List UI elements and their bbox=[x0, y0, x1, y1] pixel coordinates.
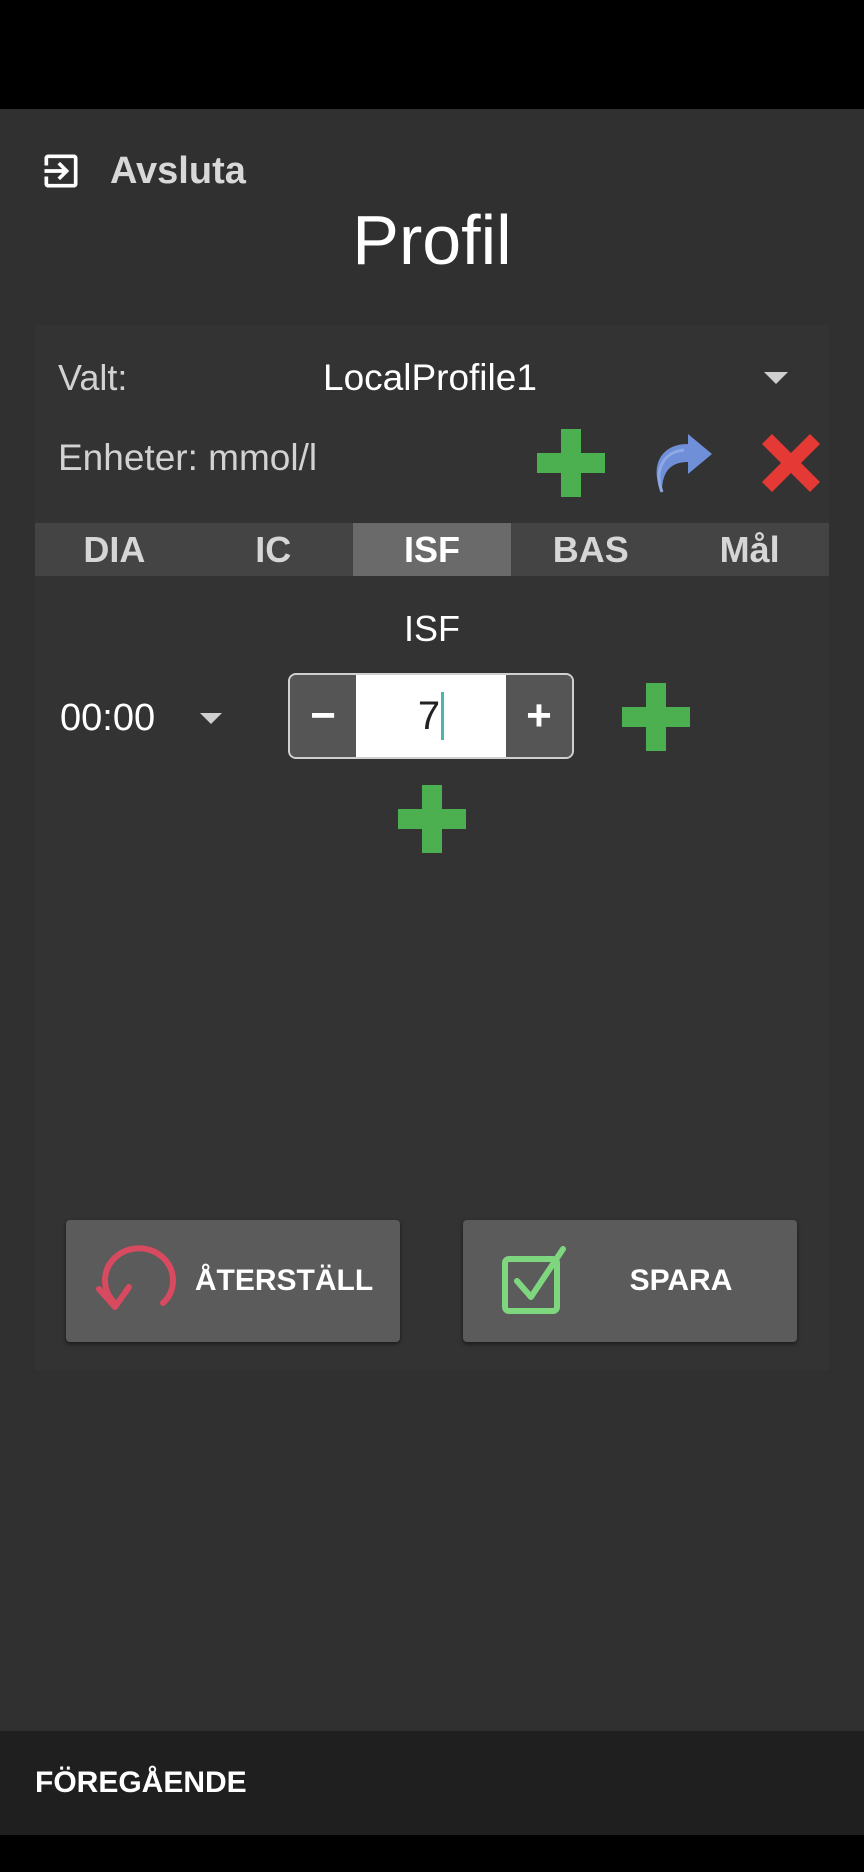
time-selector[interactable]: 00:00 bbox=[60, 690, 222, 746]
tab-dia[interactable]: DIA bbox=[35, 523, 194, 576]
exit-button[interactable]: Avsluta bbox=[38, 140, 246, 202]
selected-profile-value: LocalProfile1 bbox=[323, 357, 537, 398]
tab-bas[interactable]: BAS bbox=[511, 523, 670, 576]
bottom-bar: FÖREGÅENDE bbox=[0, 1731, 864, 1835]
add-profile-icon[interactable] bbox=[534, 426, 608, 500]
isf-section-title: ISF bbox=[403, 608, 460, 649]
page-title: Profil bbox=[352, 201, 512, 279]
save-button[interactable]: SPARA bbox=[463, 1220, 797, 1342]
undo-icon bbox=[88, 1220, 188, 1342]
exit-label: Avsluta bbox=[110, 149, 246, 192]
checkbox-check-icon bbox=[485, 1220, 585, 1342]
tab-ic[interactable]: IC bbox=[194, 523, 353, 576]
isf-value-input[interactable]: 7 bbox=[356, 675, 506, 757]
clone-profile-icon[interactable] bbox=[646, 428, 720, 498]
tab-isf[interactable]: ISF bbox=[352, 523, 512, 576]
add-entry-after-icon[interactable] bbox=[620, 681, 692, 753]
status-bar bbox=[0, 0, 864, 109]
reset-button[interactable]: ÅTERSTÄLL bbox=[66, 1220, 400, 1342]
isf-value-text: 7 bbox=[417, 693, 441, 738]
time-dropdown-arrow-icon bbox=[200, 712, 222, 724]
reset-label: ÅTERSTÄLL bbox=[194, 1264, 374, 1297]
profile-tabs: DIA IC ISF BAS Mål bbox=[35, 523, 829, 576]
text-cursor bbox=[441, 692, 445, 740]
system-nav-bar bbox=[0, 1835, 864, 1872]
isf-value-stepper: − 7 + bbox=[288, 673, 574, 759]
profile-selector[interactable]: Valt: LocalProfile1 bbox=[58, 350, 798, 406]
save-label: SPARA bbox=[629, 1264, 733, 1297]
units-label: Enheter: mmol/l bbox=[58, 437, 318, 478]
time-value: 00:00 bbox=[60, 696, 156, 739]
tab-mal[interactable]: Mål bbox=[670, 523, 829, 576]
add-entry-icon[interactable] bbox=[396, 783, 468, 855]
delete-profile-icon[interactable] bbox=[756, 428, 826, 498]
decrement-button[interactable]: − bbox=[290, 675, 356, 757]
dropdown-arrow-icon bbox=[764, 372, 788, 384]
previous-button[interactable]: FÖREGÅENDE bbox=[35, 1766, 247, 1800]
increment-button[interactable]: + bbox=[506, 675, 572, 757]
selected-label: Valt: bbox=[58, 357, 128, 398]
exit-icon bbox=[38, 148, 84, 194]
